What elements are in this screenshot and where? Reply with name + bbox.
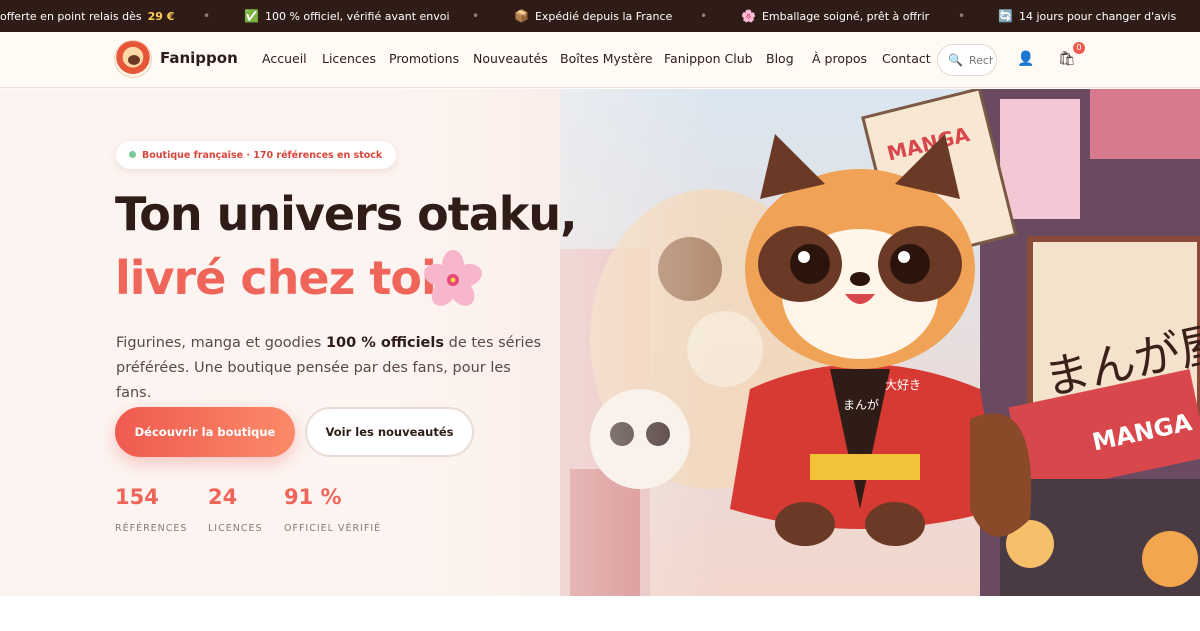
announcement-shipping: offerte en point relais dès 29 €: [0, 0, 174, 32]
happi-text: まんが: [843, 397, 879, 412]
discover-shop-button[interactable]: Découvrir la boutique: [115, 407, 295, 457]
store-info-badge: Boutique française · 170 références en s…: [116, 141, 397, 169]
see-new-arrivals-button[interactable]: Voir les nouveautés: [305, 407, 474, 457]
search-input[interactable]: [968, 53, 993, 67]
nav-link-boites-mystere[interactable]: Boîtes Mystère: [560, 51, 653, 66]
nav-link-promotions[interactable]: Promotions: [389, 51, 459, 66]
separator-dot: •: [700, 9, 708, 23]
announcement-text: Emballage soigné, prêt à offrir: [761, 9, 930, 23]
announcement-price: 29 €: [147, 9, 175, 23]
brand-logo[interactable]: [114, 40, 152, 78]
next-section: [0, 596, 1200, 631]
brand-name[interactable]: Fanippon: [160, 49, 238, 67]
account-icon[interactable]: 👤: [1016, 49, 1036, 69]
nav-link-contact[interactable]: Contact: [882, 51, 931, 66]
announcement-bar: offerte en point relais dès 29 € • ✅ 100…: [0, 0, 1200, 32]
announcement-packaging: 🌸 Emballage soigné, prêt à offrir: [741, 0, 929, 32]
announcement-text: Expédié depuis la France: [534, 9, 673, 23]
hero-section: まんが屋 MANGA MANGA まんが 大好き Boutique frança…: [0, 89, 1200, 596]
search-icon: 🔍: [948, 53, 963, 67]
separator-dot: •: [472, 9, 480, 23]
hero-description-emphasis: 100 % officiels: [325, 335, 444, 351]
check-icon: ✅: [244, 9, 259, 23]
nav-link-licences[interactable]: Licences: [322, 51, 376, 66]
stat-references-label: RÉFÉRENCES: [115, 523, 188, 534]
stat-official-label: OFFICIEL VÉRIFIÉ: [284, 523, 382, 534]
separator-dot: •: [958, 9, 966, 23]
stat-official-value: 91 %: [284, 485, 342, 509]
blossom-icon: 🌸: [741, 9, 756, 23]
site-header: Fanippon Accueil Licences Promotions Nou…: [0, 32, 1200, 88]
nav-link-accueil[interactable]: Accueil: [262, 51, 307, 66]
stat-licences-label: LICENCES: [208, 523, 263, 534]
stat-licences-value: 24: [208, 485, 238, 509]
cart-count-badge: 0: [1073, 42, 1085, 54]
announcement-returns: 🔄 14 jours pour changer d'avis: [998, 0, 1176, 32]
nav-link-nouveautes[interactable]: Nouveautés: [473, 51, 548, 66]
hero-description: Figurines, manga et goodies 100 % offici…: [116, 335, 542, 401]
announcement-text: 14 jours pour changer d'avis: [1018, 9, 1177, 23]
nav-link-blog[interactable]: Blog: [766, 51, 794, 66]
stat-references-value: 154: [115, 485, 159, 509]
nav-link-a-propos[interactable]: À propos: [812, 51, 867, 66]
nav-link-fanippon-club[interactable]: Fanippon Club: [664, 51, 753, 66]
announcement-official: ✅ 100 % officiel, vérifié avant envoi: [244, 0, 450, 32]
announcement-france: 📦 Expédié depuis la France: [514, 0, 672, 32]
happi-text-2: 大好き: [885, 378, 921, 392]
separator-dot: •: [203, 9, 211, 23]
package-icon: 📦: [514, 9, 529, 23]
announcement-text: 100 % officiel, vérifié avant envoi: [264, 9, 450, 23]
announcement-text: offerte en point relais dès: [0, 9, 142, 23]
search-box[interactable]: 🔍: [937, 44, 997, 76]
cherry-blossom-icon: [424, 250, 482, 306]
hero-title-line-1: Ton univers otaku,: [115, 187, 578, 241]
hero-title-line-2: livré chez toi: [115, 251, 437, 305]
refresh-icon: 🔄: [998, 9, 1013, 23]
